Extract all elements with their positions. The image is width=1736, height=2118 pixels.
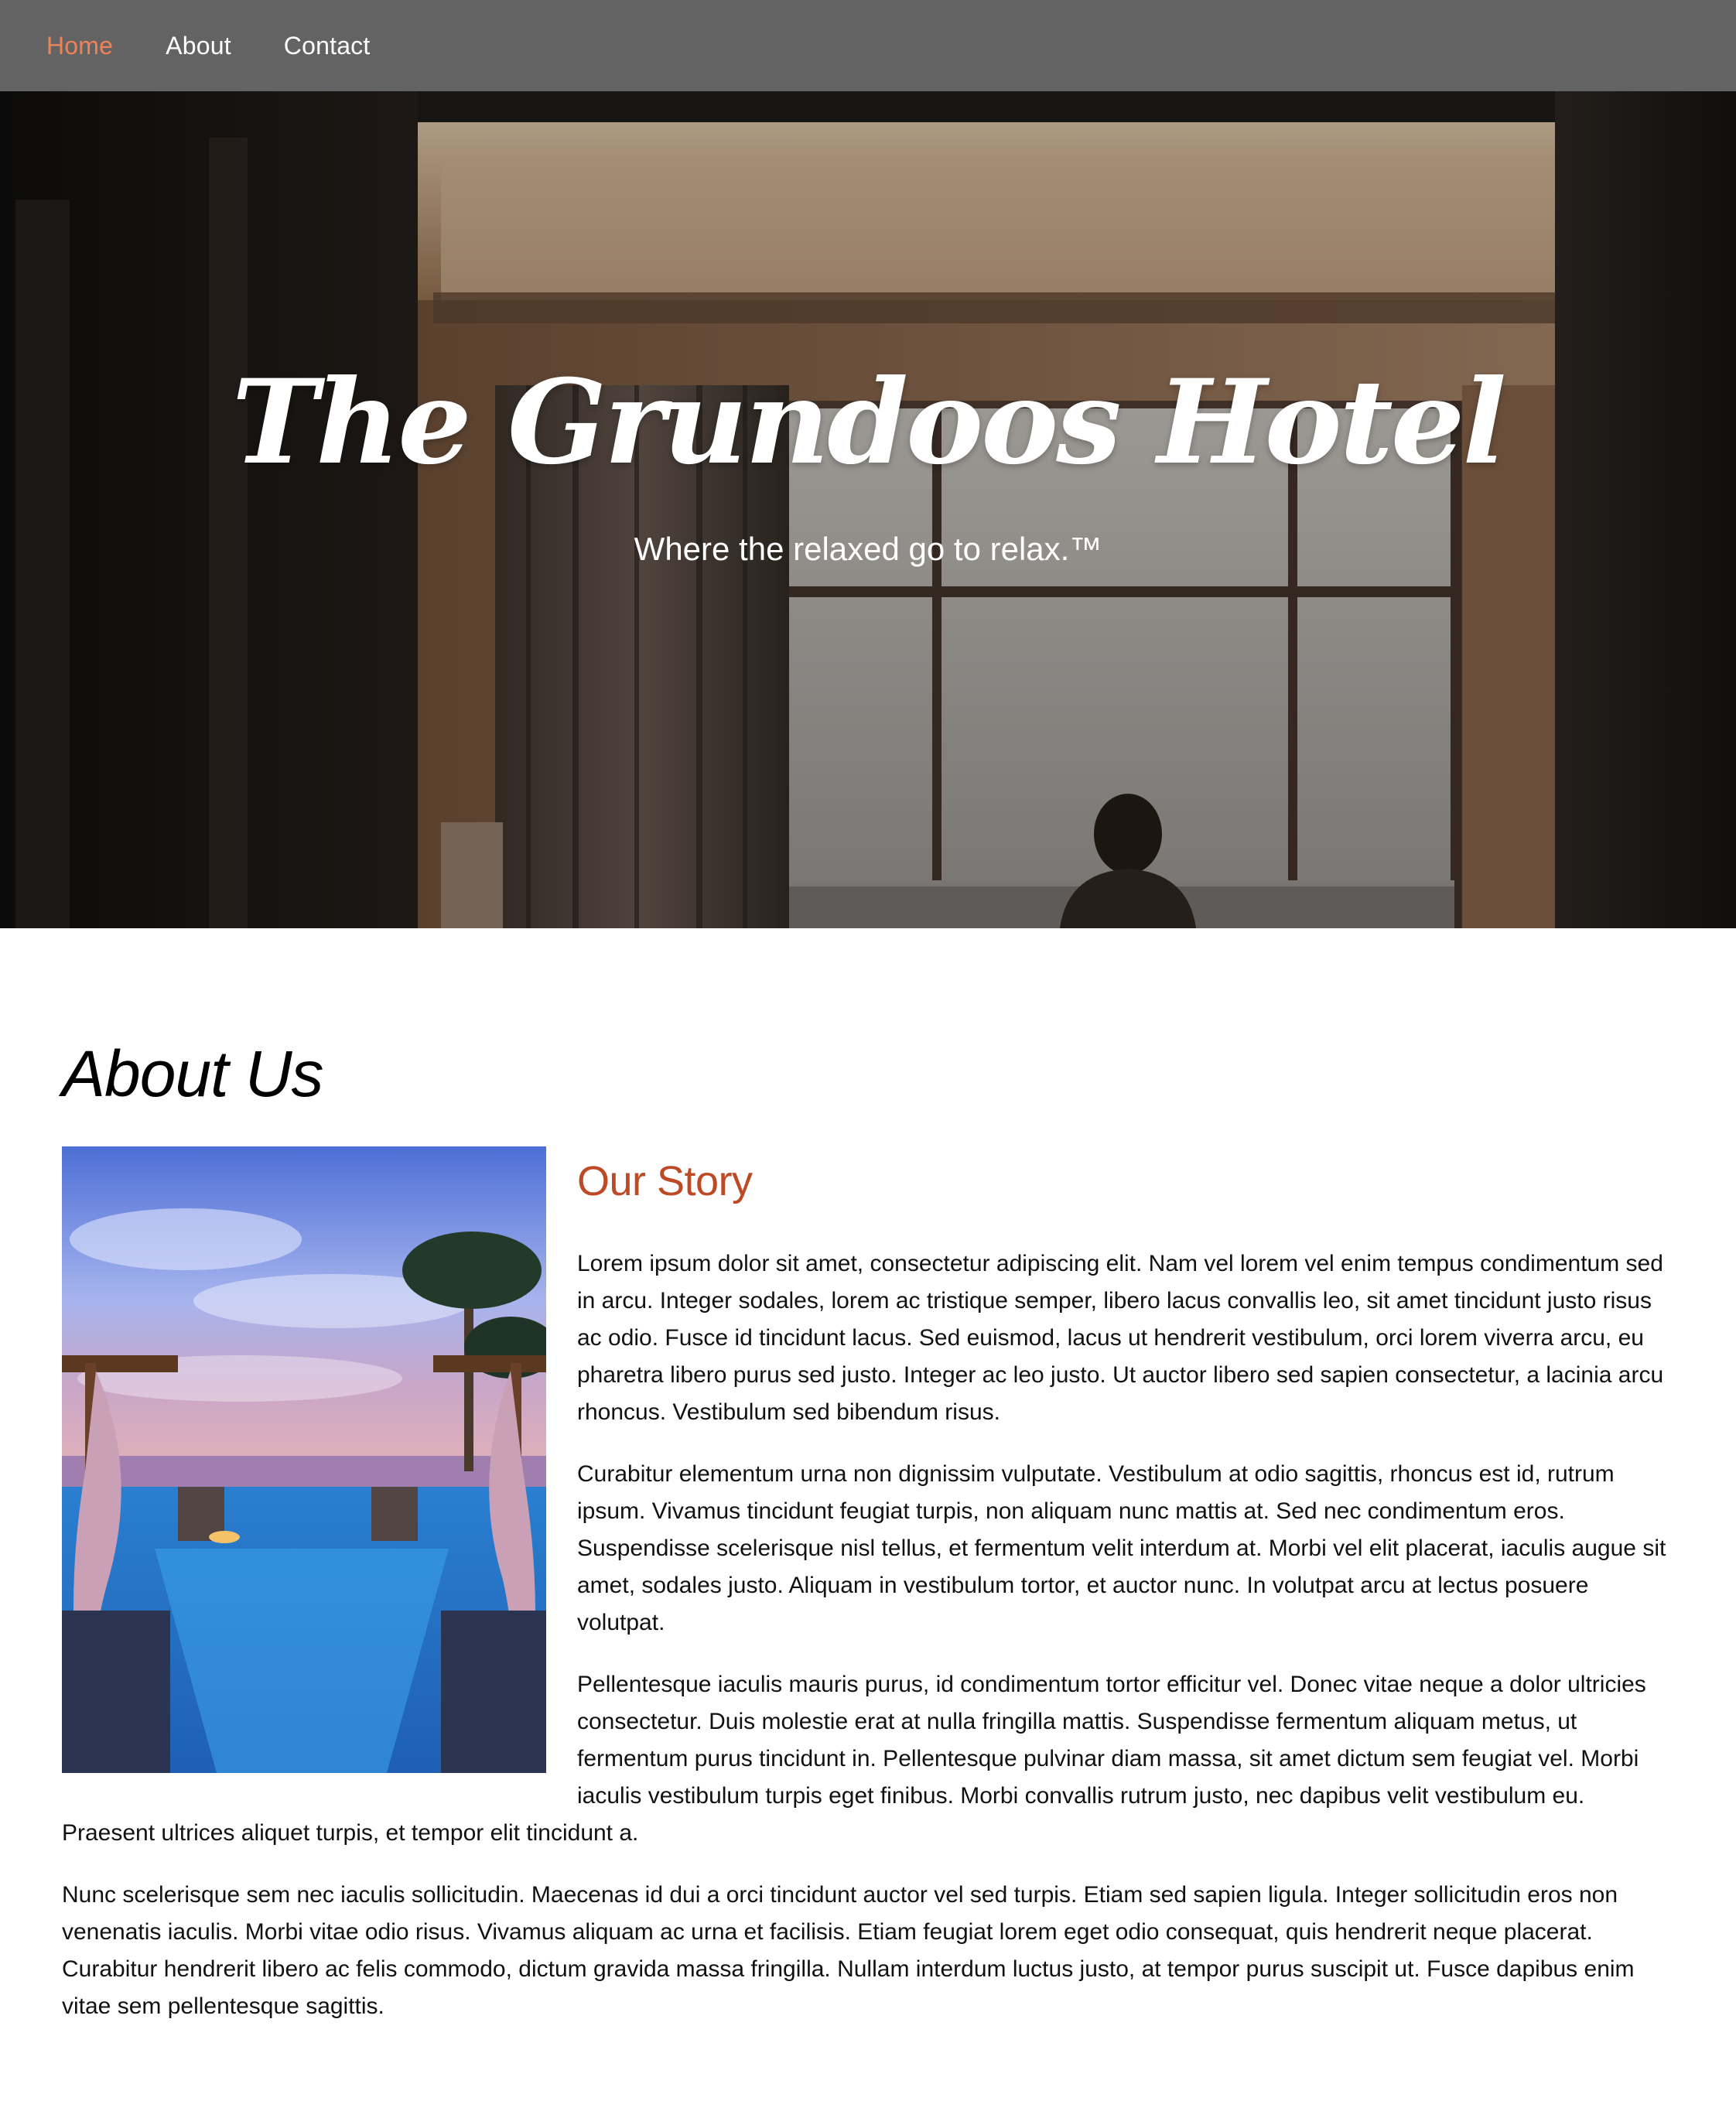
hero-background-image bbox=[0, 91, 1736, 928]
hero-title: The Grundoos Hotel bbox=[231, 354, 1507, 490]
nav-home-link[interactable]: Home bbox=[46, 32, 113, 60]
about-us-heading: About Us bbox=[62, 1037, 324, 1110]
about-content: Our Story Lorem ipsum dolor sit amet, co… bbox=[62, 1146, 1668, 2050]
hero-banner: The Grundoos Hotel Where the relaxed go … bbox=[0, 91, 1736, 928]
top-nav: Home About Contact bbox=[0, 0, 1736, 91]
story-paragraph: Nunc scelerisque sem nec iaculis sollici… bbox=[62, 1882, 1635, 2019]
hero-tagline: Where the relaxed go to relax.™ bbox=[634, 531, 1102, 567]
nav-about-link[interactable]: About bbox=[166, 32, 231, 60]
resort-pool-image bbox=[62, 1146, 546, 1773]
nav-contact-link[interactable]: Contact bbox=[284, 32, 371, 60]
